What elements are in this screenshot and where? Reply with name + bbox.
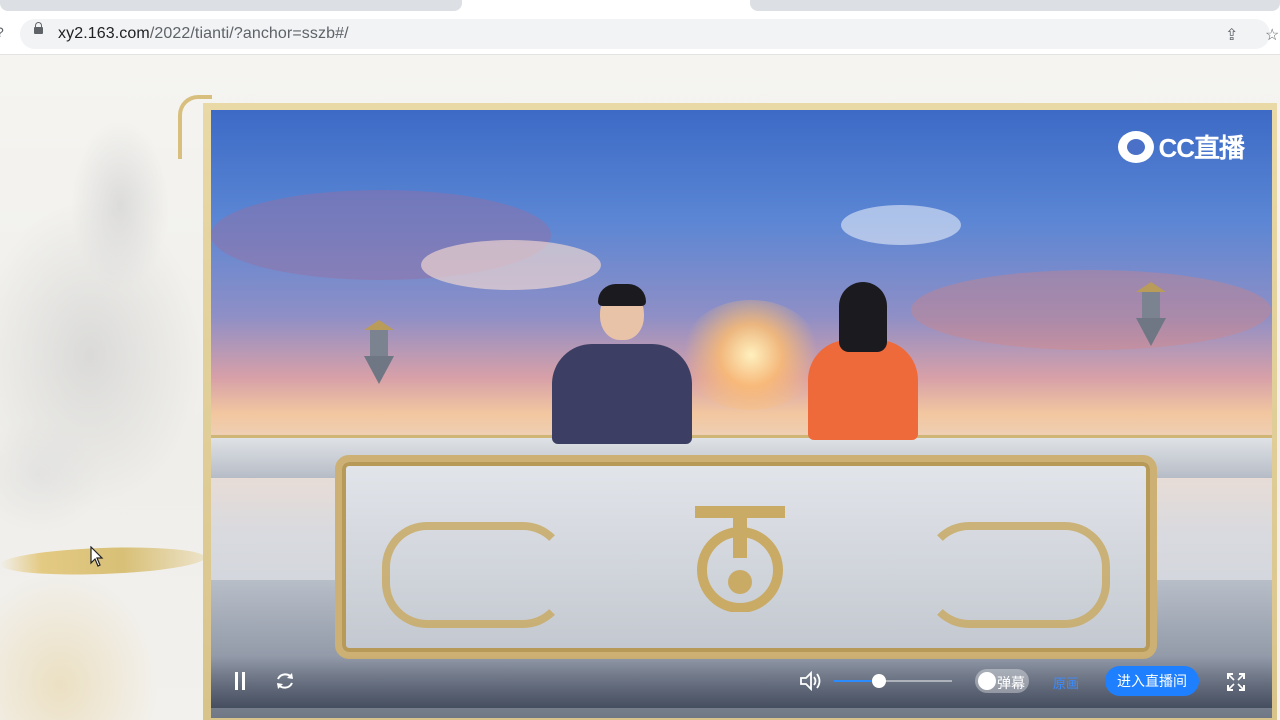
volume-icon[interactable] bbox=[799, 671, 823, 691]
floating-pagoda bbox=[364, 320, 394, 384]
desk-emblem-icon bbox=[695, 506, 785, 612]
danmu-label: 弹幕 bbox=[997, 675, 1025, 691]
bookmark-star-icon[interactable]: ☆ bbox=[1265, 25, 1279, 45]
anchor-desk bbox=[335, 455, 1157, 659]
danmu-toggle[interactable]: 弹幕 bbox=[975, 669, 1029, 693]
lock-icon[interactable] bbox=[34, 22, 43, 34]
player-control-bar: 弹幕 原画 进入直播间 bbox=[211, 656, 1272, 708]
volume-slider-handle[interactable] bbox=[871, 674, 886, 688]
share-icon[interactable]: ⇪ bbox=[1225, 25, 1238, 45]
cloud bbox=[911, 270, 1271, 350]
cloud-ornament bbox=[382, 522, 568, 628]
cloud bbox=[421, 240, 601, 290]
cc-logo-text: CC直播 bbox=[1158, 133, 1245, 163]
danmu-toggle-knob bbox=[978, 672, 996, 690]
host-female bbox=[808, 282, 918, 440]
cloud-ornament bbox=[924, 522, 1110, 628]
host-male bbox=[552, 284, 692, 444]
enter-live-room-button[interactable]: 进入直播间 bbox=[1105, 666, 1199, 696]
url-host: xy2.163.com bbox=[58, 25, 150, 42]
refresh-icon[interactable] bbox=[274, 670, 296, 692]
browser-tab[interactable] bbox=[0, 0, 462, 11]
live-video[interactable]: CC直播 bbox=[211, 110, 1272, 718]
pause-icon[interactable] bbox=[233, 672, 247, 690]
sunset-glow bbox=[681, 300, 821, 410]
url-path: /2022/tianti/?anchor=sszb#/ bbox=[149, 25, 349, 42]
floating-pagoda bbox=[1136, 282, 1166, 346]
ink-wash-decoration bbox=[0, 55, 200, 720]
cc-live-logo: CC直播 bbox=[1118, 128, 1245, 165]
browser-tab[interactable] bbox=[750, 0, 1280, 11]
address-bar: ? xy2.163.com/2022/tianti/?anchor=sszb#/… bbox=[0, 14, 1280, 55]
cloud bbox=[841, 205, 961, 245]
url-text[interactable]: xy2.163.com/2022/tianti/?anchor=sszb#/ bbox=[58, 25, 349, 43]
tab-strip bbox=[0, 0, 1280, 14]
quality-selector[interactable]: 原画 bbox=[1053, 673, 1079, 692]
fullscreen-icon[interactable] bbox=[1226, 672, 1246, 692]
cc-logo-icon bbox=[1118, 130, 1155, 163]
reload-icon[interactable]: ? bbox=[0, 24, 6, 40]
url-field[interactable]: xy2.163.com/2022/tianti/?anchor=sszb#/ ⇪… bbox=[20, 19, 1279, 49]
